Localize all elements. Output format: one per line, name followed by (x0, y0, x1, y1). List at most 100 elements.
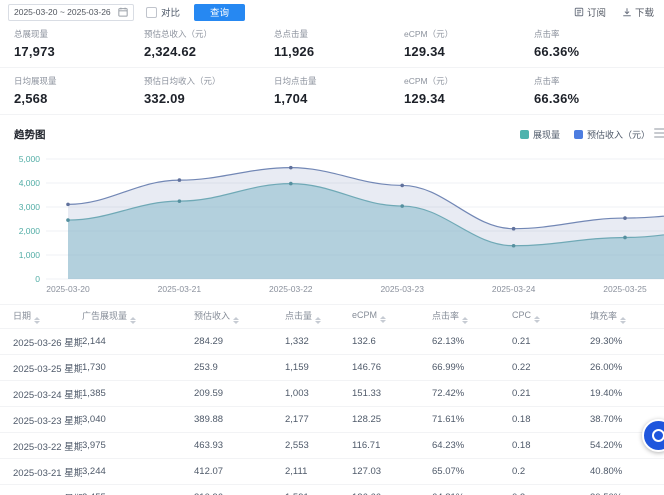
table-cell: 2025-03-26 星期三 (0, 329, 82, 355)
table-cell: 126.66 (352, 485, 432, 495)
column-header[interactable]: eCPM (352, 305, 432, 329)
table-cell: 132.6 (352, 329, 432, 355)
table-header-row: 日期广告展现量 预估收入点击量 eCPM 点击率CPC填充率 (0, 305, 664, 329)
x-axis-tick-label: 2025-03-21 (158, 284, 202, 294)
column-header[interactable]: 日期 (0, 305, 82, 329)
floating-widget-icon (652, 429, 664, 442)
table-row: 2025-03-26 星期三2,144284.291,332132.662.13… (0, 329, 664, 355)
stat-card: 预估总收入（元） 2,324.62 (144, 28, 274, 59)
legend-item[interactable]: 预估收入（元） (574, 128, 650, 141)
date-range-input[interactable]: 2025-03-20 ~ 2025-03-26 (8, 4, 134, 21)
stats-row: 总展现量17,973预估总收入（元）2,324.62总点击量11,926eCPM… (0, 21, 664, 68)
column-header[interactable]: 填充率 (590, 305, 664, 329)
sort-icon[interactable] (620, 317, 626, 324)
sort-down-icon (34, 321, 40, 324)
y-axis-tick-label: 3,000 (19, 202, 41, 212)
stat-card: 预估日均收入（元）332.09 (144, 75, 274, 106)
sort-icon[interactable] (233, 317, 239, 324)
table-cell: 66.99% (432, 355, 512, 381)
stat-label: 预估日均收入（元） (144, 75, 274, 87)
sort-icon[interactable] (34, 317, 40, 324)
sort-down-icon (130, 321, 136, 324)
table-row: 2025-03-22 星期六3,975463.932,553116.7164.2… (0, 433, 664, 459)
column-header[interactable]: CPC (512, 305, 590, 329)
stat-label: eCPM（元） (404, 75, 534, 87)
download-button[interactable]: 下载 (622, 5, 654, 19)
table-cell: 2,177 (285, 407, 352, 433)
impressions-data-point (623, 236, 627, 240)
toolbox-icon[interactable] (654, 128, 664, 139)
revenue-data-point (400, 184, 404, 188)
table-cell: 412.07 (194, 459, 285, 485)
table-row: 2025-03-20 星期四2,455310.961,591126.6664.8… (0, 485, 664, 495)
x-axis-tick-label: 2025-03-20 (46, 284, 90, 294)
sort-icon[interactable] (534, 316, 540, 323)
table-cell: 64.81% (432, 485, 512, 495)
table-cell: 0.18 (512, 407, 590, 433)
y-axis-tick-label: 5,000 (19, 154, 41, 164)
table-cell: 116.71 (352, 433, 432, 459)
sort-icon[interactable] (380, 316, 386, 323)
table-cell: 1,591 (285, 485, 352, 495)
stat-label: eCPM（元） (404, 28, 534, 40)
stat-label: 预估总收入（元） (144, 28, 274, 40)
table-cell: 128.25 (352, 407, 432, 433)
impressions-data-point (289, 182, 293, 186)
sort-up-icon (315, 317, 321, 320)
stat-value: 66.36% (534, 44, 664, 59)
legend-item[interactable]: 展现量 (520, 128, 560, 141)
toolbar: 2025-03-20 ~ 2025-03-26 对比 查询 订阅 下载 (0, 0, 664, 21)
column-header-label: 广告展现量 (82, 311, 127, 321)
sort-up-icon (380, 316, 386, 319)
calendar-icon[interactable] (118, 7, 128, 17)
column-header[interactable]: 广告展现量 (82, 305, 194, 329)
stat-value: 17,973 (14, 44, 144, 59)
table-row: 2025-03-25 星期二1,730253.91,159146.7666.99… (0, 355, 664, 381)
column-header-label: 点击量 (285, 311, 312, 321)
stat-card: 日均点击量1,704 (274, 75, 404, 106)
column-header-label: eCPM (352, 310, 377, 320)
stat-value: 2,324.62 (144, 44, 274, 59)
table-cell: 1,003 (285, 381, 352, 407)
legend-swatch-icon (520, 130, 529, 139)
download-icon (622, 7, 632, 17)
table-cell: 65.07% (432, 459, 512, 485)
compare-checkbox[interactable]: 对比 (146, 5, 180, 19)
sort-icon[interactable] (462, 317, 468, 324)
stat-card: 总点击量11,926 (274, 28, 404, 59)
stat-value: 66.36% (534, 91, 664, 106)
table-cell: 209.59 (194, 381, 285, 407)
table-cell: 0.21 (512, 381, 590, 407)
stat-label: 点击率 (534, 28, 664, 40)
stat-card: 点击率 66.36% (534, 28, 664, 59)
revenue-data-point (66, 203, 70, 207)
stat-label: 总点击量 (274, 28, 404, 40)
table-cell: 2,144 (82, 329, 194, 355)
sort-up-icon (620, 317, 626, 320)
revenue-data-point (512, 227, 516, 231)
impressions-data-point (178, 199, 182, 203)
table-cell: 0.2 (512, 459, 590, 485)
table-cell: 2,553 (285, 433, 352, 459)
sort-icon[interactable] (315, 317, 321, 324)
column-header[interactable]: 点击率 (432, 305, 512, 329)
stat-value: 1,704 (274, 91, 404, 106)
table-cell: 127.03 (352, 459, 432, 485)
sort-icon[interactable] (130, 317, 136, 324)
table-cell: 1,385 (82, 381, 194, 407)
chart-legend: 展现量 预估收入（元） (520, 128, 650, 141)
trend-chart[interactable]: 01,0002,0003,0004,0005,0002025-03-202025… (0, 144, 664, 296)
subscribe-button[interactable]: 订阅 (574, 5, 606, 19)
table-cell: 72.42% (432, 381, 512, 407)
column-header[interactable]: 预估收入 (194, 305, 285, 329)
compare-label: 对比 (161, 5, 180, 19)
table-cell: 310.96 (194, 485, 285, 495)
column-header[interactable]: 点击量 (285, 305, 352, 329)
sort-up-icon (233, 317, 239, 320)
stat-value: 2,568 (14, 91, 144, 106)
query-button[interactable]: 查询 (194, 4, 245, 21)
y-axis-tick-label: 2,000 (19, 226, 41, 236)
checkbox-icon[interactable] (146, 7, 157, 18)
table-cell: 2025-03-23 星期日 (0, 407, 82, 433)
table-cell: 2,111 (285, 459, 352, 485)
